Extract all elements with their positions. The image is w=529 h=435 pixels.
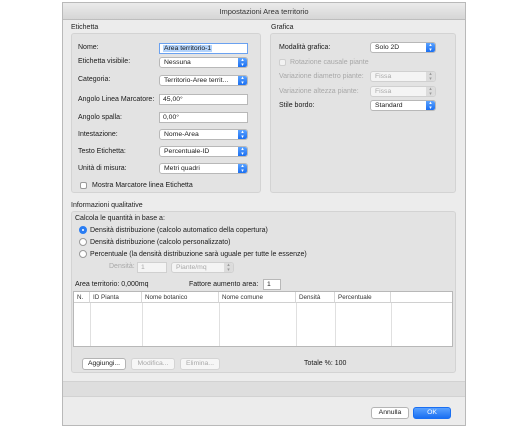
elimina-button[interactable]: Elimina... xyxy=(180,358,220,370)
column-divider xyxy=(296,303,297,346)
area-territorio-label: Area territorio: 0,000mq xyxy=(75,281,149,288)
stile-bordo-label: Stile bordo: xyxy=(279,102,315,109)
unita-misura-value: Metri quadri xyxy=(164,165,200,172)
etichetta-visibile-label: Etichetta visibile: xyxy=(78,58,131,65)
dialog-window: Impostazioni Area territorio Etichetta N… xyxy=(62,2,466,426)
intestazione-popup[interactable]: Nome-Area ▴ ▾ xyxy=(159,129,248,140)
angolo-spalla-input[interactable]: 0,00° xyxy=(159,112,248,123)
densita-input[interactable]: 1 xyxy=(137,262,167,273)
etichetta-group: Nome: Area territorio-1 Etichetta visibi… xyxy=(71,33,261,193)
popup-arrows-icon: ▴ ▾ xyxy=(238,130,247,139)
modifica-button[interactable]: Modifica... xyxy=(131,358,175,370)
col-header-empty xyxy=(391,292,452,303)
col-header-id-pianta[interactable]: ID Pianta xyxy=(90,292,142,303)
stile-bordo-value: Standard xyxy=(375,102,403,109)
column-divider xyxy=(335,303,336,346)
stile-bordo-popup[interactable]: Standard ▴ ▾ xyxy=(370,100,436,111)
modalita-grafica-value: Solo 2D xyxy=(375,44,400,51)
var-diametro-popup[interactable]: Fissa ▴ ▾ xyxy=(370,71,436,82)
categoria-popup[interactable]: Territorio-Aree territ... ▴ ▾ xyxy=(159,75,248,86)
densita-unita-value: Piante/mq xyxy=(176,264,207,271)
popup-arrows-icon: ▴ ▾ xyxy=(224,263,233,272)
column-divider xyxy=(219,303,220,346)
popup-arrows-icon: ▴ ▾ xyxy=(238,164,247,173)
modalita-grafica-popup[interactable]: Solo 2D ▴ ▾ xyxy=(370,42,436,53)
annulla-button[interactable]: Annulla xyxy=(371,407,409,419)
testo-etichetta-popup[interactable]: Percentuale-ID ▴ ▾ xyxy=(159,146,248,157)
unita-misura-popup[interactable]: Metri quadri ▴ ▾ xyxy=(159,163,248,174)
mostra-marcatore-checkbox[interactable] xyxy=(80,182,87,189)
densita-unita-popup[interactable]: Piante/mq ▴ ▾ xyxy=(171,262,234,273)
nome-input[interactable]: Area territorio-1 xyxy=(159,43,248,54)
testo-etichetta-value: Percentuale-ID xyxy=(164,148,210,155)
radio-percentuale-label: Percentuale (la densità distribuzione sa… xyxy=(90,251,307,258)
grafica-group-title: Grafica xyxy=(271,24,294,31)
etichetta-visibile-popup[interactable]: Nessuna ▴ ▾ xyxy=(159,57,248,68)
col-header-nome-botanico[interactable]: Nome botanico xyxy=(142,292,219,303)
radio-densita-personalizzata[interactable] xyxy=(79,238,87,246)
popup-arrows-icon: ▴ ▾ xyxy=(426,87,435,96)
intestazione-value: Nome-Area xyxy=(164,131,199,138)
popup-arrows-icon: ▴ ▾ xyxy=(238,58,247,67)
popup-arrows-icon: ▴ ▾ xyxy=(238,147,247,156)
modalita-grafica-label: Modalità grafica: xyxy=(279,44,331,51)
rotazione-causale-checkbox[interactable] xyxy=(279,59,286,66)
mostra-marcatore-label: Mostra Marcatore linea Etichetta xyxy=(92,182,193,189)
angolo-linea-label: Angolo Linea Marcatore: xyxy=(78,96,155,103)
categoria-value: Territorio-Aree territ... xyxy=(164,77,229,84)
column-divider xyxy=(142,303,143,346)
densita-label: Densità: xyxy=(109,263,135,270)
popup-arrows-icon: ▴ ▾ xyxy=(426,72,435,81)
angolo-spalla-label: Angolo spalla: xyxy=(78,114,122,121)
etichetta-visibile-value: Nessuna xyxy=(164,59,191,66)
etichetta-group-title: Etichetta xyxy=(71,24,99,31)
fattore-aumento-input[interactable]: 1 xyxy=(263,279,281,290)
radio-percentuale[interactable] xyxy=(79,250,87,258)
status-bar xyxy=(63,381,465,397)
aggiungi-button[interactable]: Aggiungi... xyxy=(82,358,126,370)
totale-percentuale: Totale %: 100 xyxy=(304,360,347,367)
testo-etichetta-label: Testo Etichetta: xyxy=(78,148,126,155)
ok-button[interactable]: OK xyxy=(413,407,451,419)
column-divider xyxy=(391,303,392,346)
categoria-label: Categoria: xyxy=(78,76,111,83)
qualitative-group-title: Informazioni qualitative xyxy=(71,202,143,209)
popup-arrows-icon: ▴ ▾ xyxy=(238,76,247,85)
radio-densita-automatica-label: Densità distribuzione (calcolo automatic… xyxy=(90,227,268,234)
col-header-densita[interactable]: Densità xyxy=(296,292,335,303)
var-altezza-label: Variazione altezza piante: xyxy=(279,88,359,95)
angolo-linea-input[interactable]: 45,00° xyxy=(159,94,248,105)
var-diametro-label: Variazione diametro piante: xyxy=(279,73,364,80)
nome-input-value: Area territorio-1 xyxy=(163,45,213,52)
col-header-n[interactable]: N. xyxy=(74,292,90,303)
column-divider xyxy=(90,303,91,346)
popup-arrows-icon: ▴ ▾ xyxy=(426,101,435,110)
var-altezza-value: Fissa xyxy=(375,88,392,95)
var-altezza-popup[interactable]: Fissa ▴ ▾ xyxy=(370,86,436,97)
window-title: Impostazioni Area territorio xyxy=(63,3,465,20)
popup-arrows-icon: ▴ ▾ xyxy=(426,43,435,52)
intestazione-label: Intestazione: xyxy=(78,131,118,138)
var-diametro-value: Fissa xyxy=(375,73,392,80)
nome-label: Nome: xyxy=(78,44,99,51)
grafica-group: Modalità grafica: Solo 2D ▴ ▾ Rotazione ca… xyxy=(270,33,456,193)
fattore-aumento-label: Fattore aumento area: xyxy=(189,281,259,288)
col-header-percentuale[interactable]: Percentuale xyxy=(335,292,391,303)
unita-misura-label: Unità di misura: xyxy=(78,165,127,172)
piante-table[interactable]: N. ID Pianta Nome botanico Nome comune D… xyxy=(73,291,453,347)
radio-densita-personalizzata-label: Densità distribuzione (calcolo personali… xyxy=(90,239,231,246)
col-header-nome-comune[interactable]: Nome comune xyxy=(219,292,296,303)
radio-densita-automatica[interactable] xyxy=(79,226,87,234)
rotazione-causale-label: Rotazione causale piante xyxy=(290,59,369,66)
calcola-label: Calcola le quantità in base a: xyxy=(75,215,165,222)
